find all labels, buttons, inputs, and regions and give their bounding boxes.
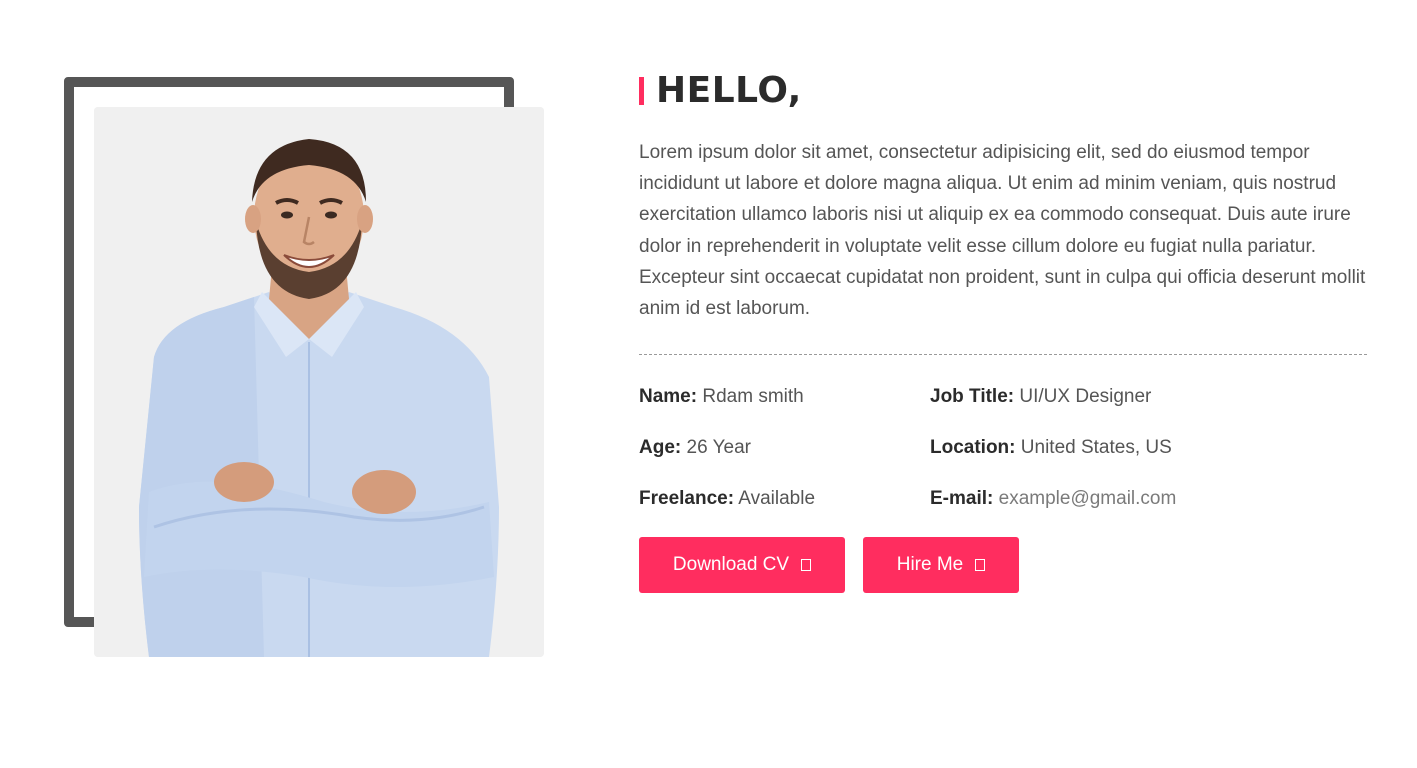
action-buttons: Download CV Hire Me — [639, 537, 1367, 594]
info-freelance: Freelance: Available — [639, 486, 930, 537]
info-email: E-mail: example@gmail.com — [930, 486, 1367, 537]
info-label: Age: — [639, 437, 682, 459]
info-location: Location: United States, US — [930, 435, 1367, 486]
email-link[interactable]: example@gmail.com — [999, 488, 1177, 509]
profile-photo — [94, 107, 544, 657]
heading-accent-bar — [639, 77, 644, 105]
download-icon — [801, 559, 812, 572]
info-value: 26 Year — [686, 437, 751, 459]
info-label: Freelance: — [639, 488, 735, 510]
heading-row: HELLO, — [639, 70, 1367, 112]
info-value: Rdam smith — [702, 386, 804, 408]
bio-paragraph: Lorem ipsum dolor sit amet, consectetur … — [639, 142, 1366, 320]
page-title: HELLO, — [656, 70, 802, 111]
info-label: E-mail: — [930, 488, 994, 510]
hire-me-button[interactable]: Hire Me — [863, 537, 1019, 594]
send-icon — [975, 559, 986, 572]
dashed-divider — [639, 354, 1367, 356]
hire-me-label: Hire Me — [896, 554, 964, 576]
info-value: Available — [738, 488, 816, 510]
download-cv-button[interactable]: Download CV — [639, 537, 845, 594]
info-value: United States, US — [1020, 437, 1172, 459]
info-label: Name: — [639, 386, 698, 408]
info-label: Location: — [930, 437, 1016, 459]
download-cv-label: Download CV — [672, 554, 790, 576]
info-age: Age: 26 Year — [639, 435, 930, 486]
info-label: Job Title: — [930, 386, 1015, 408]
profile-photo-block — [64, 77, 544, 657]
about-content: HELLO, Lorem ipsum dolor sit amet, conse… — [639, 70, 1367, 594]
info-grid: Name: Rdam smith Job Title: UI/UX Design… — [639, 384, 1367, 537]
info-job-title: Job Title: UI/UX Designer — [930, 384, 1367, 435]
info-name: Name: Rdam smith — [639, 384, 930, 435]
person-illustration — [94, 107, 544, 657]
info-value: UI/UX Designer — [1019, 386, 1152, 408]
